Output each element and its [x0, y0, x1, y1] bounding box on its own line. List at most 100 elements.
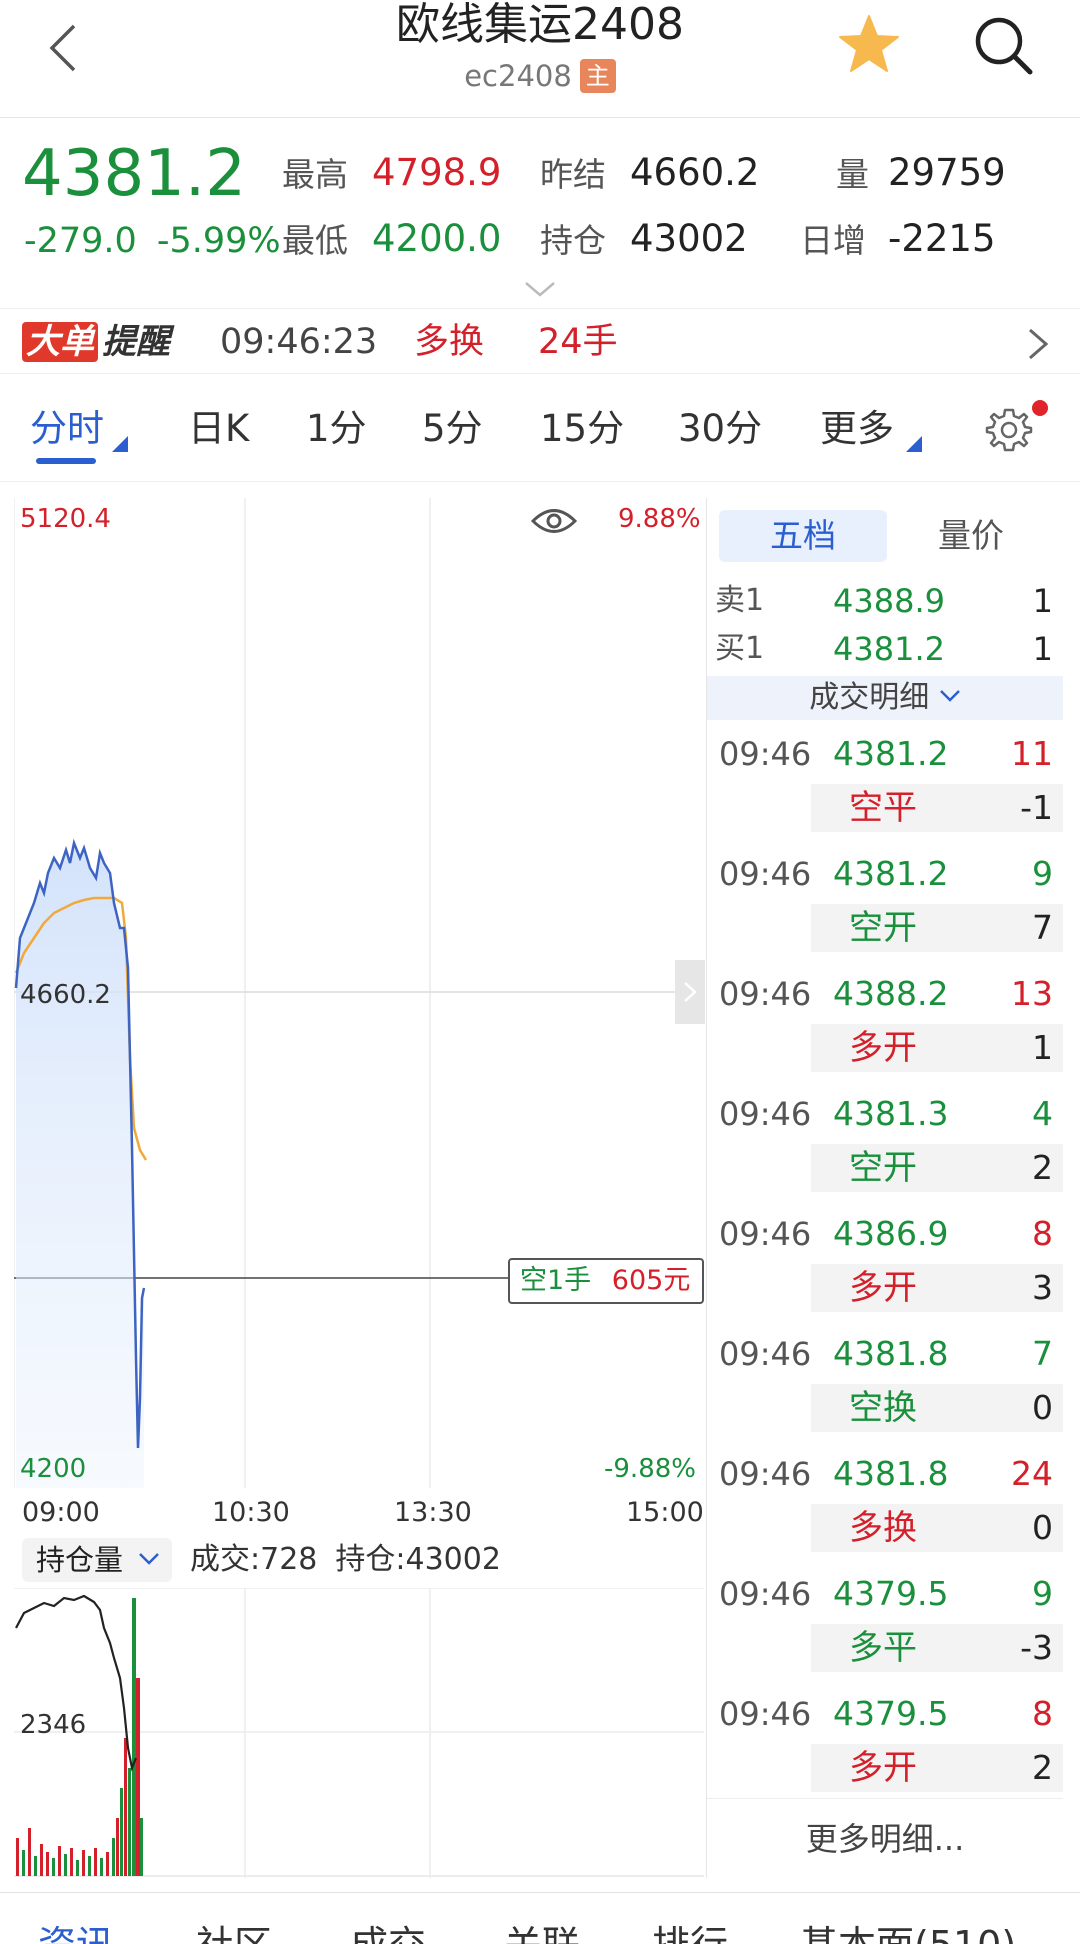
trade-volume: 24 — [1011, 1454, 1053, 1493]
volume-value: 29759 — [888, 151, 1006, 194]
order-book-qty: 1 — [1032, 630, 1053, 668]
trade-kind: 空开 — [849, 1148, 917, 1188]
daily-inc-label: 日增 — [800, 221, 866, 260]
side-expand-tab[interactable] — [675, 960, 705, 1024]
nav-related[interactable]: 关联 — [504, 1923, 580, 1944]
trade-row: 09:46 4386.9 8 多开 3 — [707, 1204, 1063, 1324]
volume-chart[interactable] — [14, 1588, 704, 1878]
low-value: 4200.0 — [372, 217, 502, 260]
y-axis-min-pct: -9.88% — [604, 1454, 696, 1484]
trade-price: 4381.8 — [833, 1454, 949, 1493]
trade-time: 09:46 — [719, 855, 812, 893]
trade-volume: 8 — [1032, 1214, 1053, 1253]
settings-notification-dot — [1032, 400, 1048, 416]
alert-qty: 24手 — [538, 322, 618, 362]
trade-oi-change: 1 — [1032, 1028, 1053, 1067]
trade-price: 4381.2 — [833, 854, 949, 893]
change-percent: -5.99% — [156, 221, 281, 261]
eye-icon[interactable] — [530, 502, 578, 540]
trade-time: 09:46 — [719, 1695, 812, 1733]
trade-kind: 空平 — [849, 788, 917, 828]
volume-info: 成交:728 持仓:43002 — [190, 1538, 501, 1582]
order-book-label: 买1 — [715, 631, 765, 666]
tab-15min[interactable]: 15分 — [540, 406, 624, 452]
trade-detail-title: 成交明细 — [809, 680, 930, 715]
trade-oi-change: 7 — [1032, 908, 1053, 947]
trade-oi-change: -1 — [1020, 788, 1053, 827]
chevron-right-icon — [684, 982, 697, 1002]
prev-settle-value: 4660.2 — [630, 151, 760, 194]
star-icon[interactable] — [836, 12, 902, 78]
more-detail-link[interactable]: 更多明细... — [707, 1798, 1063, 1878]
timeshare-dropdown-icon[interactable] — [112, 436, 128, 452]
trade-kind: 多开 — [849, 1748, 917, 1788]
chevron-down-icon — [139, 1553, 159, 1565]
nav-fundamentals[interactable]: 基本面(510) — [800, 1923, 1016, 1944]
chevron-right-icon[interactable] — [1026, 326, 1050, 362]
trade-volume: 8 — [1032, 1694, 1053, 1733]
alert-logo: 大单 提醒 — [22, 320, 170, 364]
tab-30min[interactable]: 30分 — [678, 406, 762, 452]
search-icon[interactable] — [970, 12, 1036, 78]
trade-row: 09:46 4381.8 24 多换 0 — [707, 1444, 1063, 1564]
tab-1min[interactable]: 1分 — [306, 406, 367, 452]
page-title: 欧线集运2408 — [396, 0, 684, 50]
trade-time: 09:46 — [719, 975, 812, 1013]
header: 欧线集运2408 ec2408 主 — [0, 0, 1080, 118]
alert-type: 多换 — [414, 322, 485, 362]
tab-timeshare[interactable]: 分时 — [30, 406, 104, 452]
trade-detail-header[interactable]: 成交明细 — [707, 676, 1063, 720]
tab-more[interactable]: 更多 — [820, 406, 894, 452]
y-axis-max: 5120.4 — [20, 504, 111, 534]
trade-row: 09:46 4379.5 8 多开 2 — [707, 1684, 1063, 1804]
order-book-price: 4381.2 — [833, 630, 945, 668]
trade-kind: 多换 — [849, 1508, 917, 1548]
order-book-row: 买1 4381.2 1 — [707, 626, 1063, 672]
open-interest-value: 43002 — [630, 217, 748, 260]
nav-ranking[interactable]: 排行 — [652, 1923, 728, 1944]
position-marker[interactable]: 空1手 605元 — [508, 1258, 704, 1304]
alert-logo-part2: 提醒 — [102, 322, 170, 362]
trade-time: 09:46 — [719, 1455, 812, 1493]
marker-value: 605元 — [611, 1265, 691, 1296]
contract-code-text: ec2408 — [464, 59, 572, 93]
trade-kind: 空开 — [849, 908, 917, 948]
nav-community[interactable]: 社区 — [196, 1923, 272, 1944]
big-order-alert[interactable]: 大单 提醒 09:46:23 多换 24手 — [0, 310, 1080, 374]
timeshare-chart[interactable] — [14, 498, 704, 1488]
trade-oi-change: -3 — [1020, 1628, 1053, 1667]
tab-5min[interactable]: 5分 — [422, 406, 483, 452]
time-label-end: 15:00 — [626, 1497, 704, 1528]
y-axis-min: 4200 — [20, 1454, 87, 1484]
trade-row: 09:46 4379.5 9 多平 -3 — [707, 1564, 1063, 1684]
tab-daily-k[interactable]: 日K — [188, 406, 249, 452]
more-dropdown-icon[interactable] — [906, 436, 922, 452]
trade-volume: 9 — [1032, 1574, 1053, 1613]
price-change: -279.0 -5.99% — [24, 219, 281, 263]
trade-kind: 多开 — [849, 1268, 917, 1308]
trade-kind: 多平 — [849, 1628, 917, 1668]
time-label-1330: 13:30 — [394, 1497, 472, 1528]
alert-time: 09:46:23 — [220, 322, 378, 362]
marker-label: 空1手 — [520, 1265, 592, 1296]
trade-price: 4381.8 — [833, 1334, 949, 1373]
nav-news[interactable]: 资讯 — [38, 1923, 114, 1944]
trade-oi-change: 2 — [1032, 1748, 1053, 1787]
trade-price: 4379.5 — [833, 1694, 949, 1733]
trade-row: 09:46 4381.2 9 空开 7 — [707, 844, 1063, 964]
quote-panel[interactable]: 4381.2 -279.0 -5.99% 最高 4798.9 最低 4200.0 … — [0, 119, 1080, 309]
chevron-down-icon[interactable] — [522, 279, 558, 299]
high-value: 4798.9 — [372, 151, 502, 194]
turnover-text: 成交:728 — [190, 1542, 318, 1577]
indicator-select[interactable]: 持仓量 — [22, 1538, 172, 1582]
trade-time: 09:46 — [719, 1335, 812, 1373]
tab-five-levels[interactable]: 五档 — [719, 510, 887, 562]
order-book-row: 卖1 4388.9 1 — [707, 578, 1063, 624]
time-label-start: 09:00 — [22, 1497, 100, 1528]
trade-volume: 7 — [1032, 1334, 1053, 1373]
gear-icon[interactable] — [985, 406, 1033, 454]
nav-trades[interactable]: 成交 — [350, 1923, 426, 1944]
trade-row: 09:46 4388.2 13 多开 1 — [707, 964, 1063, 1084]
tab-volume-price[interactable]: 量价 — [887, 510, 1055, 562]
order-book-qty: 1 — [1032, 582, 1053, 620]
